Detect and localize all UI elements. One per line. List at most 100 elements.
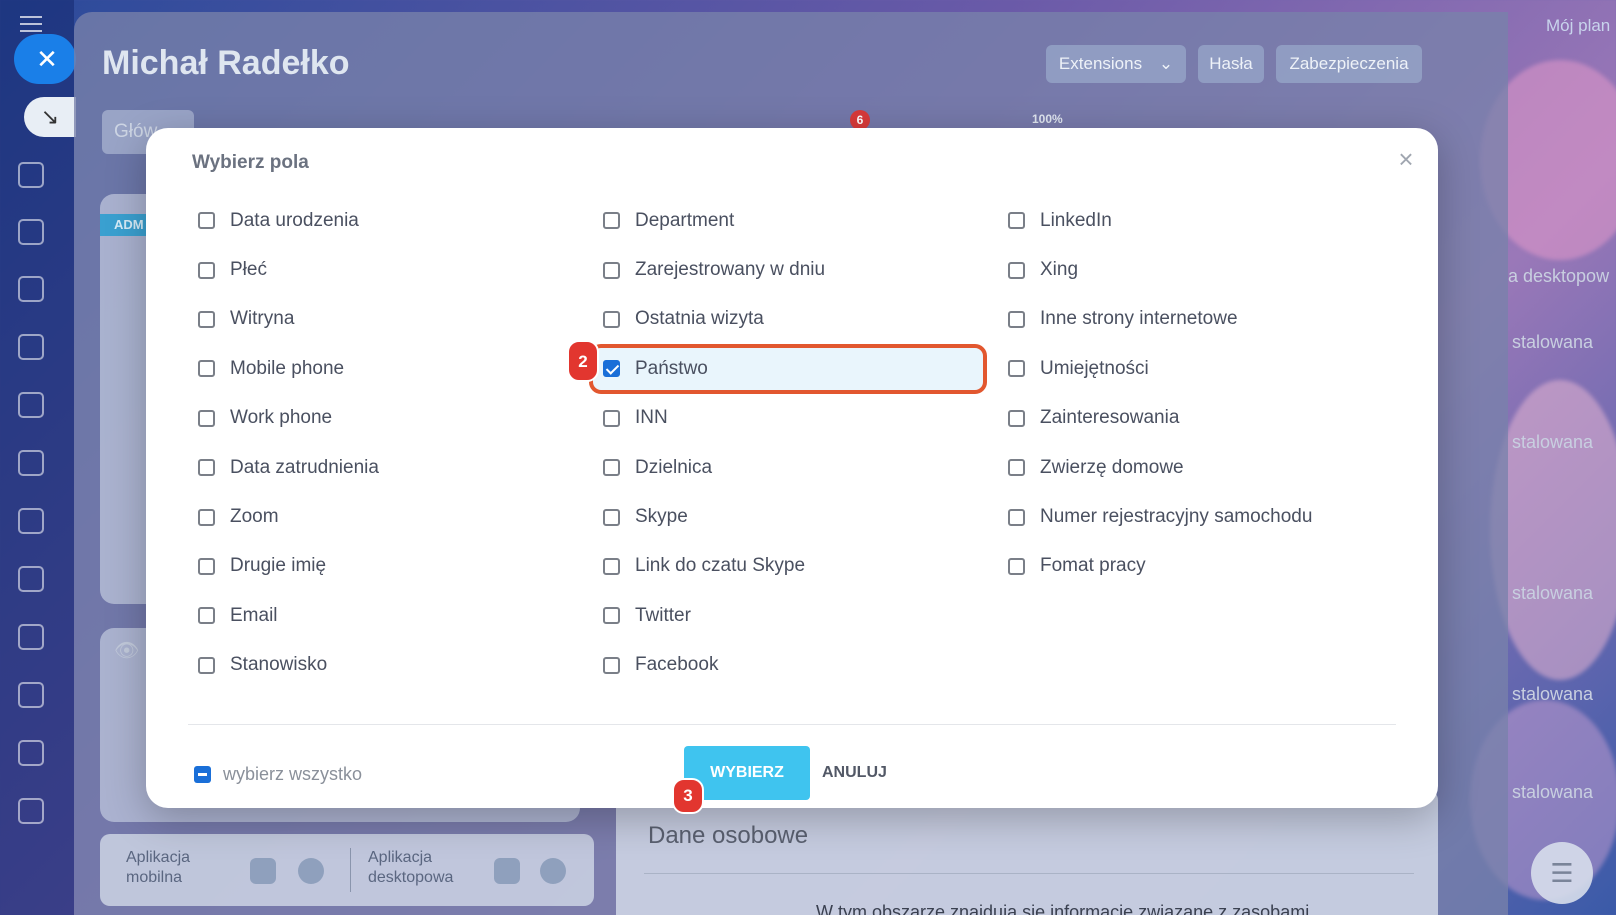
goals-icon[interactable] (18, 740, 44, 766)
field-option[interactable]: Fomat pracy (1002, 542, 1422, 591)
security-button[interactable]: Zabezpieczenia (1276, 45, 1422, 83)
field-checkbox[interactable] (603, 409, 620, 427)
close-icon[interactable]: × (1393, 146, 1419, 172)
field-checkbox[interactable] (1008, 310, 1025, 328)
field-checkbox[interactable] (603, 459, 620, 477)
field-option[interactable]: Inne strony internetowe (1002, 295, 1422, 344)
filter-icon[interactable] (18, 798, 44, 824)
apple-icon[interactable] (540, 858, 566, 884)
profile-name: Michał Radełko (102, 44, 350, 82)
chat-icon[interactable] (18, 276, 44, 302)
field-option[interactable]: Ostatnia wizyta (597, 295, 987, 344)
field-checkbox[interactable] (198, 508, 215, 526)
field-checkbox[interactable] (1008, 557, 1025, 575)
field-option[interactable]: Data zatrudnienia (192, 443, 582, 492)
field-checkbox[interactable] (198, 261, 215, 279)
field-option[interactable]: Twitter (597, 591, 987, 640)
field-option[interactable]: Skype (597, 492, 987, 541)
calendar-icon[interactable] (18, 334, 44, 360)
field-option[interactable]: Data urodzenia (192, 196, 582, 245)
app-sidebar (0, 0, 74, 915)
tasks-icon[interactable] (18, 219, 44, 245)
field-checkbox[interactable] (603, 310, 620, 328)
field-checkbox[interactable] (1008, 360, 1025, 378)
field-option[interactable]: Zarejestrowany w dniu (597, 245, 987, 294)
field-label: Link do czatu Skype (635, 555, 806, 577)
contacts-icon[interactable] (18, 566, 44, 592)
feed-icon[interactable] (18, 162, 44, 188)
appstore-icon[interactable] (298, 858, 324, 884)
field-checkbox[interactable] (1008, 409, 1025, 427)
field-checkbox[interactable] (198, 459, 215, 477)
field-checkbox[interactable] (603, 360, 620, 378)
field-checkbox[interactable] (198, 212, 215, 230)
field-option[interactable]: Państwo (589, 344, 987, 394)
field-option[interactable]: Work phone (192, 394, 582, 443)
field-option[interactable]: Zainteresowania (1002, 394, 1422, 443)
field-option[interactable]: Mobile phone (192, 344, 582, 393)
extensions-button[interactable]: Extensions ⌄ (1046, 45, 1186, 83)
field-option[interactable]: Xing (1002, 245, 1422, 294)
field-option[interactable]: INN (597, 394, 987, 443)
passwords-button[interactable]: Hasła (1198, 45, 1264, 83)
field-label: Zarejestrowany w dniu (635, 259, 826, 281)
personal-data-card: Dane osobowe W tym obszarze znajdują się… (616, 790, 1438, 915)
field-checkbox[interactable] (603, 607, 620, 625)
field-option[interactable]: Zwierzę domowe (1002, 443, 1422, 492)
field-label: Państwo (635, 357, 708, 379)
windows-icon[interactable] (494, 858, 520, 884)
android-icon[interactable] (250, 858, 276, 884)
field-option[interactable]: Numer rejestracyjny samochodu (1002, 492, 1422, 541)
workgroups-icon[interactable] (18, 624, 44, 650)
mobile-app-label: Aplikacja mobilna (126, 849, 191, 886)
field-checkbox[interactable] (603, 557, 620, 575)
field-option[interactable]: Department (597, 196, 987, 245)
field-option[interactable]: Dzielnica (597, 443, 987, 492)
open-chat-button[interactable]: ☰ (1531, 842, 1593, 904)
field-label: INN (635, 407, 668, 429)
apps-divider (350, 848, 351, 892)
field-checkbox[interactable] (198, 409, 215, 427)
documents-icon[interactable] (18, 392, 44, 418)
drive-icon[interactable] (18, 450, 44, 476)
field-option[interactable]: Drugie imię (192, 542, 582, 591)
field-checkbox[interactable] (603, 212, 620, 230)
field-label: Fomat pracy (1040, 555, 1146, 577)
field-checkbox[interactable] (1008, 261, 1025, 279)
fields-column-1: Data urodzenia Płeć Witryna Mobile phone Wor… (192, 196, 582, 690)
field-checkbox[interactable] (198, 607, 215, 625)
field-checkbox[interactable] (1008, 508, 1025, 526)
field-option[interactable]: Witryna (192, 295, 582, 344)
field-option[interactable]: Email (192, 591, 582, 640)
right-text-fragment: stalowana (1512, 583, 1594, 603)
field-checkbox[interactable] (1008, 459, 1025, 477)
field-option[interactable]: Facebook (597, 641, 987, 690)
field-checkbox[interactable] (603, 656, 620, 674)
cancel-button[interactable]: ANULUJ (822, 746, 887, 800)
field-option[interactable]: Umiejętności (1002, 344, 1422, 393)
select-all-checkbox[interactable]: wybierz wszystko (194, 764, 362, 785)
field-label: Numer rejestracyjny samochodu (1040, 506, 1313, 528)
field-label: Dzielnica (635, 456, 713, 478)
collapse-slider-button[interactable]: ↘ (24, 97, 76, 137)
field-option[interactable]: Zoom (192, 492, 582, 541)
select-all-indeterminate-icon (194, 766, 211, 783)
field-checkbox[interactable] (198, 310, 215, 328)
close-slider-button[interactable]: ✕ (14, 34, 76, 84)
mail-icon[interactable] (18, 508, 44, 534)
field-checkbox[interactable] (198, 656, 215, 674)
profile-icon[interactable] (18, 682, 44, 708)
field-option[interactable]: Link do czatu Skype (597, 542, 987, 591)
field-checkbox[interactable] (198, 360, 215, 378)
field-option[interactable]: LinkedIn (1002, 196, 1422, 245)
my-plan-link[interactable]: Mój plan (1546, 16, 1610, 36)
field-checkbox[interactable] (603, 261, 620, 279)
field-checkbox[interactable] (603, 508, 620, 526)
field-label: Umiejętności (1040, 357, 1149, 379)
eye-icon[interactable]: 👁 (114, 638, 139, 663)
field-checkbox[interactable] (1008, 212, 1025, 230)
field-checkbox[interactable] (198, 557, 215, 575)
desktop-app-label: Aplikacja desktopowa (368, 849, 454, 886)
field-option[interactable]: Stanowisko (192, 641, 582, 690)
field-option[interactable]: Płeć (192, 245, 582, 294)
